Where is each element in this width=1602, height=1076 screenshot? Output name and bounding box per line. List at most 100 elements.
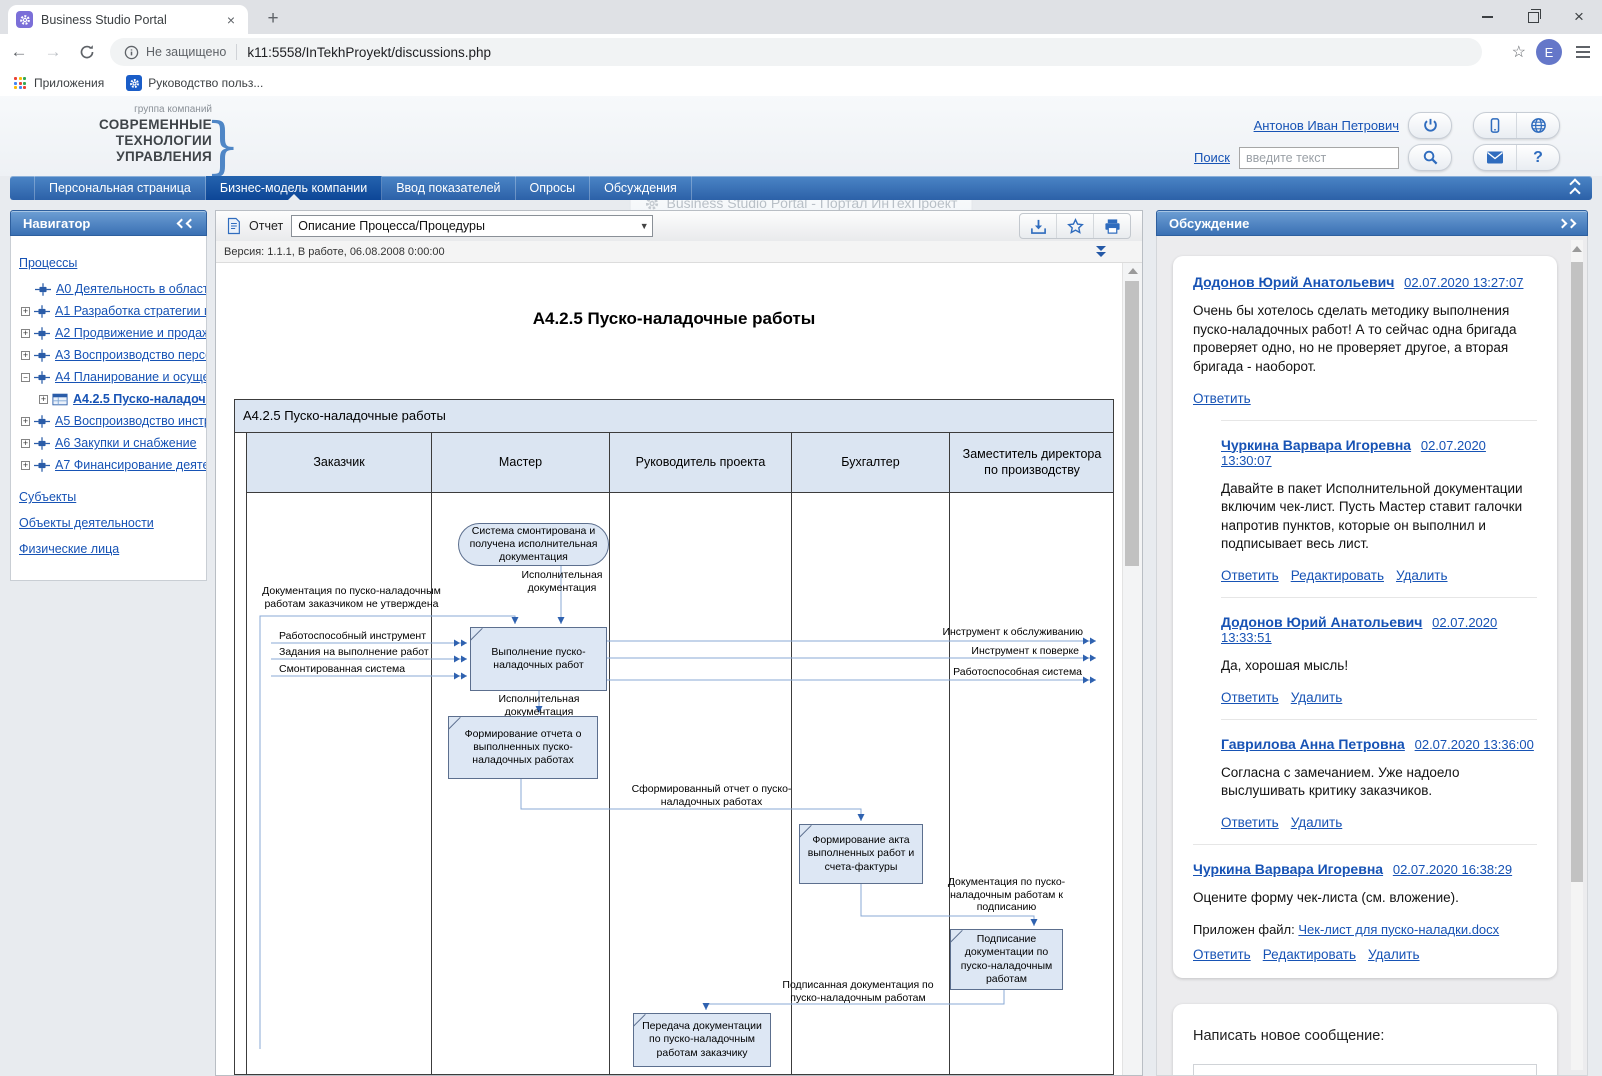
tree-item-a4[interactable]: A4 Планирование и осуществл bbox=[19, 366, 206, 388]
mobile-version-button[interactable] bbox=[1474, 113, 1516, 138]
search-button[interactable] bbox=[1408, 144, 1452, 171]
message-author-link[interactable]: Додонов Юрий Анатольевич bbox=[1221, 614, 1422, 630]
address-bar[interactable]: Не защищено k11:5558/InTekhProyekt/discu… bbox=[110, 38, 1482, 66]
info-icon[interactable] bbox=[124, 45, 139, 60]
navbar-collapse-button[interactable] bbox=[1558, 176, 1592, 200]
tree-item-a5[interactable]: A5 Воспроизводство инструмен bbox=[19, 410, 206, 432]
reload-button[interactable] bbox=[72, 37, 102, 67]
scrollbar-thumb[interactable] bbox=[1125, 281, 1139, 566]
navigator-collapse-button[interactable] bbox=[178, 220, 194, 227]
message-author-link[interactable]: Додонов Юрий Анатольевич bbox=[1193, 274, 1394, 290]
search-input[interactable] bbox=[1239, 147, 1399, 169]
tab-indicators[interactable]: Ввод показателей bbox=[382, 176, 515, 200]
tree-item-a6[interactable]: A6 Закупки и снабжение bbox=[19, 432, 206, 454]
message-date-link[interactable]: 02.07.2020 13:27:07 bbox=[1404, 275, 1523, 290]
scrollbar-thumb[interactable] bbox=[1571, 262, 1583, 882]
tree-link[interactable]: A1 Разработка стратегии и разв bbox=[55, 304, 206, 318]
print-report-button[interactable] bbox=[1093, 214, 1130, 238]
tab-personal-page[interactable]: Персональная страница bbox=[34, 176, 206, 200]
collapse-report-header-button[interactable] bbox=[1096, 246, 1106, 257]
reply-link[interactable]: Ответить bbox=[1221, 815, 1279, 830]
tree-item-a2[interactable]: A2 Продвижение и продажи bbox=[19, 322, 206, 344]
message-author-link[interactable]: Чуркина Варвара Игоревна bbox=[1221, 437, 1411, 453]
browser-menu-icon[interactable] bbox=[1572, 42, 1594, 62]
diagram-scrollbar[interactable] bbox=[1122, 263, 1142, 1075]
tree-item-processes[interactable]: Процессы bbox=[19, 252, 206, 274]
bookmark-star-icon[interactable] bbox=[1512, 42, 1526, 62]
window-minimize-button[interactable] bbox=[1464, 0, 1510, 34]
tree-link[interactable]: Процессы bbox=[19, 256, 77, 270]
tree-item-a0[interactable]: A0 Деятельность в области проект bbox=[19, 278, 206, 300]
message-author-link[interactable]: Чуркина Варвара Игоревна bbox=[1193, 861, 1383, 877]
help-button[interactable] bbox=[1516, 145, 1559, 170]
language-button[interactable] bbox=[1516, 113, 1559, 138]
reply-link[interactable]: Ответить bbox=[1221, 690, 1279, 705]
expand-icon[interactable] bbox=[21, 307, 30, 316]
report-select[interactable]: Описание Процесса/Процедуры bbox=[291, 215, 653, 237]
message-author-link[interactable]: Гаврилова Анна Петровна bbox=[1221, 736, 1405, 752]
forward-button[interactable]: → bbox=[38, 37, 68, 67]
tree-item-a425-selected[interactable]: A4.2.5 Пуско-наладочные bbox=[19, 388, 206, 410]
tree-item-a7[interactable]: A7 Финансирование деятельно bbox=[19, 454, 206, 476]
browser-tab[interactable]: Business Studio Portal bbox=[8, 5, 248, 34]
expand-icon[interactable] bbox=[21, 351, 30, 360]
discussion-scrollbar[interactable] bbox=[1571, 240, 1583, 1070]
apps-grid-icon[interactable] bbox=[14, 77, 26, 89]
message-date-link[interactable]: 02.07.2020 16:38:29 bbox=[1393, 862, 1512, 877]
delete-link[interactable]: Удалить bbox=[1291, 815, 1343, 830]
url-text[interactable]: k11:5558/InTekhProyekt/discussions.php bbox=[247, 45, 491, 60]
tab-business-model[interactable]: Бизнес-модель компании bbox=[206, 176, 382, 200]
edit-link[interactable]: Редактировать bbox=[1291, 568, 1384, 583]
bookmark-item[interactable]: Руководство польз... bbox=[126, 75, 263, 91]
scroll-up-icon[interactable] bbox=[1572, 246, 1582, 252]
back-button[interactable]: ← bbox=[4, 37, 34, 67]
tree-link[interactable]: A4 Планирование и осуществл bbox=[55, 370, 206, 384]
tree-link[interactable]: A4.2.5 Пуско-наладочные bbox=[73, 392, 206, 406]
tree-item-a1[interactable]: A1 Разработка стратегии и разв bbox=[19, 300, 206, 322]
delete-link[interactable]: Удалить bbox=[1291, 690, 1343, 705]
delete-link[interactable]: Удалить bbox=[1396, 568, 1448, 583]
tree-item-subjects[interactable]: Субъекты bbox=[19, 486, 206, 508]
message-date-link[interactable]: 02.07.2020 13:36:00 bbox=[1415, 737, 1534, 752]
favorite-report-button[interactable] bbox=[1056, 214, 1093, 238]
window-close-button[interactable] bbox=[1556, 0, 1602, 34]
tree-link[interactable]: Физические лица bbox=[19, 542, 119, 556]
reply-link[interactable]: Ответить bbox=[1221, 568, 1279, 583]
tree-item-persons[interactable]: Физические лица bbox=[19, 538, 206, 560]
tree-link[interactable]: A6 Закупки и снабжение bbox=[55, 436, 197, 450]
browser-avatar[interactable]: E bbox=[1536, 39, 1562, 65]
tree-link[interactable]: Объекты деятельности bbox=[19, 516, 154, 530]
tab-surveys[interactable]: Опросы bbox=[516, 176, 591, 200]
expand-icon[interactable] bbox=[21, 417, 30, 426]
tree-link[interactable]: A2 Продвижение и продажи bbox=[55, 326, 206, 340]
expand-icon[interactable] bbox=[21, 461, 30, 470]
tree-link[interactable]: A0 Деятельность в области проект bbox=[56, 282, 206, 296]
tab-discussions[interactable]: Обсуждения bbox=[590, 176, 692, 200]
expand-icon[interactable] bbox=[21, 329, 30, 338]
new-tab-button[interactable] bbox=[260, 6, 286, 32]
tree-link[interactable]: Субъекты bbox=[19, 490, 76, 504]
tree-link[interactable]: A3 Воспроизводство персонала bbox=[55, 348, 206, 362]
tab-close-icon[interactable] bbox=[222, 11, 240, 29]
collapse-icon[interactable] bbox=[21, 373, 30, 382]
window-restore-button[interactable] bbox=[1510, 0, 1556, 34]
search-link[interactable]: Поиск bbox=[1194, 150, 1230, 165]
edit-link[interactable]: Редактировать bbox=[1263, 947, 1356, 962]
attachment-link[interactable]: Чек-лист для пуско-наладки.docx bbox=[1298, 922, 1499, 937]
scroll-up-icon[interactable] bbox=[1128, 268, 1138, 274]
export-report-button[interactable] bbox=[1020, 214, 1056, 238]
tree-item-objects[interactable]: Объекты деятельности bbox=[19, 512, 206, 534]
tree-link[interactable]: A7 Финансирование деятельно bbox=[55, 458, 206, 472]
tree-item-a3[interactable]: A3 Воспроизводство персонала bbox=[19, 344, 206, 366]
expand-icon[interactable] bbox=[39, 395, 48, 404]
messages-button[interactable] bbox=[1474, 145, 1516, 170]
tree-link[interactable]: A5 Воспроизводство инструмен bbox=[55, 414, 206, 428]
logout-button[interactable] bbox=[1408, 112, 1452, 139]
reply-link[interactable]: Ответить bbox=[1193, 947, 1251, 962]
reply-link[interactable]: Ответить bbox=[1193, 391, 1251, 406]
discussion-collapse-button[interactable] bbox=[1559, 220, 1575, 227]
bookmark-apps-label[interactable]: Приложения bbox=[34, 76, 104, 90]
delete-link[interactable]: Удалить bbox=[1368, 947, 1420, 962]
user-link[interactable]: Антонов Иван Петрович bbox=[1254, 118, 1399, 133]
expand-icon[interactable] bbox=[21, 439, 30, 448]
